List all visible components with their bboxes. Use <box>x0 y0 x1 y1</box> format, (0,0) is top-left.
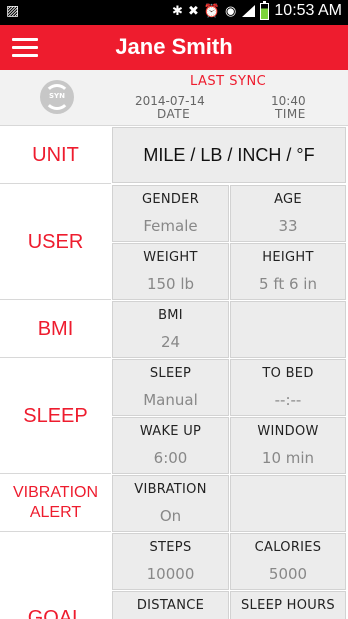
steps-title: STEPS <box>149 540 192 555</box>
section-label-vibration: VIBRATION ALERT <box>0 474 111 532</box>
status-clock: 10:53 AM <box>274 2 342 19</box>
weight-title: WEIGHT <box>143 250 198 265</box>
wifi-icon: ◉ <box>225 3 237 19</box>
notification-icon: ▨ <box>6 3 20 19</box>
section-label-unit: UNIT <box>0 126 111 184</box>
section-label-user: USER <box>0 184 111 300</box>
height-value: 5 ft 6 in <box>259 275 317 293</box>
sleep-hours-goal-field[interactable]: SLEEP HOURS <box>230 591 346 619</box>
sync-icon[interactable]: SYN <box>40 80 74 114</box>
calories-title: CALORIES <box>254 540 322 555</box>
vibration-field[interactable]: VIBRATION On <box>112 475 229 532</box>
gender-field[interactable]: GENDER Female <box>112 185 229 242</box>
sync-panel: SYN LAST SYNC 2014-07-14 DATE 10:40 TIME <box>0 70 348 126</box>
last-sync-time: 10:40 <box>271 94 306 108</box>
alarm-icon: ⏰ <box>203 3 221 19</box>
steps-goal-field[interactable]: STEPS 10000 <box>112 533 229 590</box>
time-label: TIME <box>275 107 306 121</box>
mute-icon: ✖ <box>187 3 199 19</box>
sync-icon-label: SYN <box>49 92 65 100</box>
bmi-field: BMI 24 <box>112 301 229 358</box>
empty-cell <box>230 475 346 532</box>
section-label-sleep: SLEEP <box>0 358 111 474</box>
wake-up-title: WAKE UP <box>139 424 202 439</box>
bmi-value: 24 <box>160 333 181 351</box>
to-bed-title: TO BED <box>262 366 314 381</box>
bmi-title: BMI <box>158 308 183 323</box>
weight-value: 150 lb <box>146 275 195 293</box>
distance-goal-field[interactable]: DISTANCE <box>112 591 229 619</box>
vibration-value: On <box>159 507 182 525</box>
status-bar: ▨ ✱ ✖ ⏰ ◉ 10:53 AM <box>0 0 348 25</box>
sleep-mode-field[interactable]: SLEEP Manual <box>112 359 229 416</box>
calories-goal-field[interactable]: CALORIES 5000 <box>230 533 346 590</box>
empty-cell <box>230 301 346 358</box>
window-field[interactable]: WINDOW 10 min <box>230 417 346 474</box>
height-title: HEIGHT <box>262 250 314 265</box>
vibration-title: VIBRATION <box>134 482 207 497</box>
age-title: AGE <box>274 192 302 207</box>
window-title: WINDOW <box>257 424 319 439</box>
page-title: Jane Smith <box>115 34 233 59</box>
app-header: Jane Smith <box>0 25 348 70</box>
calories-value: 5000 <box>268 565 308 583</box>
section-label-goal: GOAL <box>0 532 111 619</box>
sleep-mode-title: SLEEP <box>149 366 192 381</box>
sleep-hours-title: SLEEP HOURS <box>240 598 335 613</box>
vibration-label-line1: VIBRATION <box>12 483 99 501</box>
weight-field[interactable]: WEIGHT 150 lb <box>112 243 229 300</box>
wake-up-value: 6:00 <box>153 449 188 467</box>
section-label-bmi: BMI <box>0 300 111 358</box>
gender-title: GENDER <box>141 192 200 207</box>
gender-value: Female <box>143 217 198 235</box>
age-field[interactable]: AGE 33 <box>230 185 346 242</box>
signal-icon <box>241 4 256 18</box>
last-sync-label: LAST SYNC <box>190 74 267 89</box>
to-bed-field[interactable]: TO BED --:-- <box>230 359 346 416</box>
battery-icon <box>260 0 270 20</box>
last-sync-date: 2014-07-14 <box>135 94 205 108</box>
sleep-mode-value: Manual <box>143 391 198 409</box>
age-value: 33 <box>278 217 298 235</box>
window-value: 10 min <box>261 449 315 467</box>
height-field[interactable]: HEIGHT 5 ft 6 in <box>230 243 346 300</box>
distance-title: DISTANCE <box>136 598 205 613</box>
wake-up-field[interactable]: WAKE UP 6:00 <box>112 417 229 474</box>
unit-selector[interactable]: MILE / LB / INCH / °F <box>112 127 346 183</box>
vibration-label-line2: ALERT <box>29 503 82 521</box>
steps-value: 10000 <box>146 565 195 583</box>
bluetooth-icon: ✱ <box>172 3 183 19</box>
to-bed-value: --:-- <box>274 391 302 409</box>
goal-label: GOAL <box>27 607 84 619</box>
date-label: DATE <box>157 107 191 121</box>
